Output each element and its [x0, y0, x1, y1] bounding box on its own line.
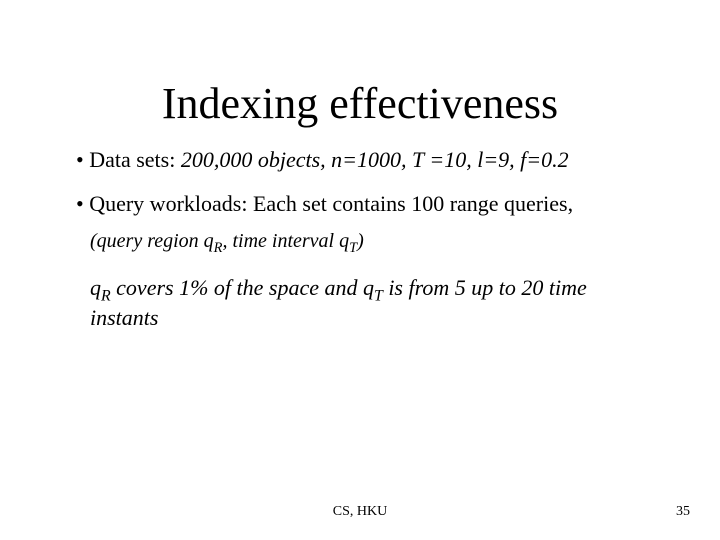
para-mid: covers 1% of the space and q: [111, 275, 374, 300]
para-sub-r: R: [101, 288, 111, 305]
footer-page-number: 35: [676, 504, 690, 520]
bullet-datasets: • Data sets: 200,000 objects, n=1000, T …: [76, 145, 660, 175]
bullet-label: Data sets:: [89, 147, 181, 172]
para-sub-t: T: [374, 288, 383, 305]
subline-open: (query region q: [90, 230, 214, 252]
bullet-label-text: Query workloads: [89, 191, 241, 216]
coverage-paragraph: qR covers 1% of the space and qT is from…: [90, 273, 660, 332]
query-region-definition: (query region qR, time interval qT): [90, 228, 660, 255]
subline-mid: , time interval q: [222, 230, 349, 252]
bullet-label: Query workloads:: [89, 191, 253, 216]
bullet-mark-icon: •: [76, 147, 89, 172]
bullet-label-text: Data sets: [89, 147, 169, 172]
bullet-query-workloads: • Query workloads: Each set contains 100…: [76, 189, 660, 333]
slide: Indexing effectiveness • Data sets: 200,…: [0, 0, 720, 540]
bullet-value: Each set contains 100 range queries,: [253, 191, 573, 216]
bullet-mark-icon: •: [76, 191, 89, 216]
slide-body: • Data sets: 200,000 objects, n=1000, T …: [76, 145, 660, 347]
slide-title: Indexing effectiveness: [0, 78, 720, 129]
bullet-value: 200,000 objects, n=1000, T =10, l=9, f=0…: [181, 147, 569, 172]
subline-sub-t: T: [349, 240, 357, 256]
footer-center: CS, HKU: [0, 504, 720, 520]
subline-close: ): [357, 230, 364, 252]
para-q1: q: [90, 275, 101, 300]
